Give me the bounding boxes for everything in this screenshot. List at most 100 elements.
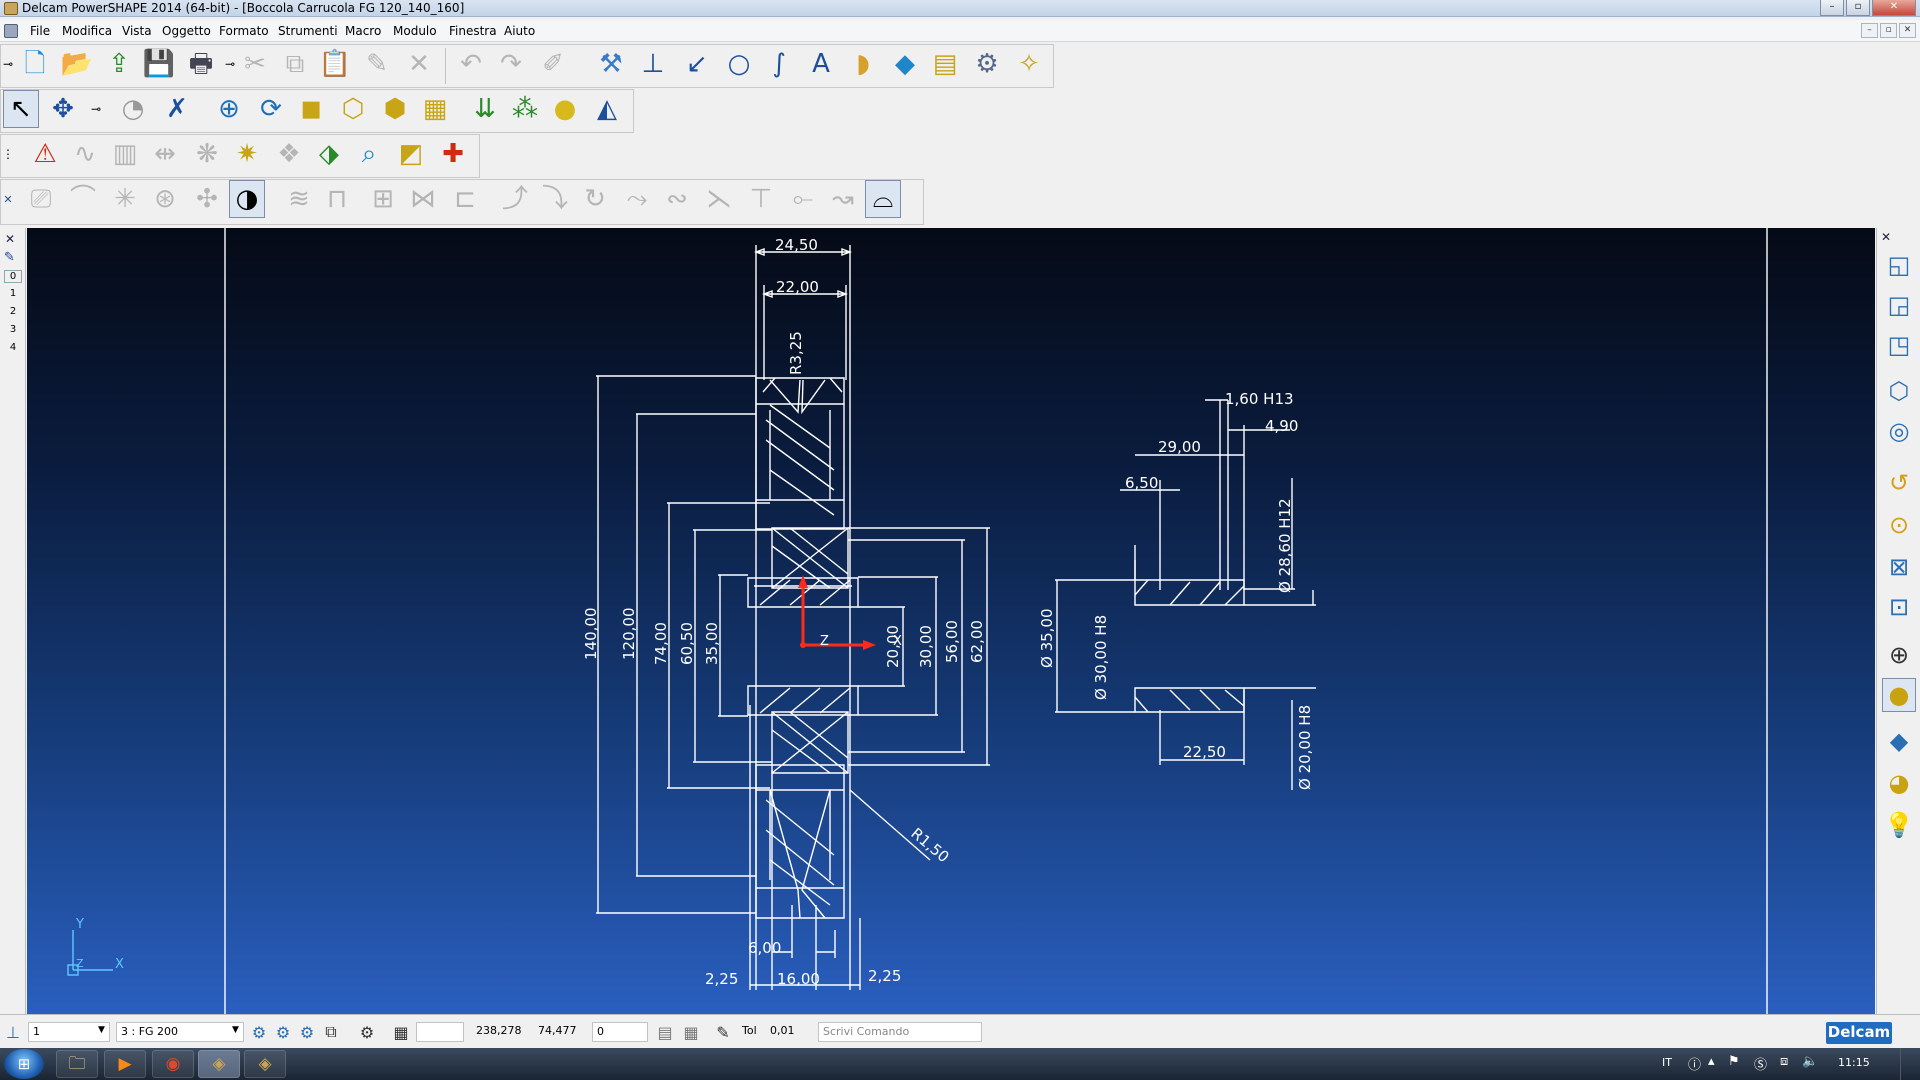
curve-tool10-icon[interactable]: ⌓ [865,180,901,218]
measure-icon[interactable]: ✎ [712,1022,734,1042]
curve-tool3-icon[interactable]: ↻ [577,180,613,218]
grid-field[interactable] [416,1022,464,1042]
close-button[interactable]: ✕ [1872,0,1916,16]
workplane-icon[interactable]: ⊥ [635,45,671,83]
show-desktop-button[interactable] [1900,1048,1920,1080]
surface-tool9-icon[interactable]: ⊞ [365,180,401,218]
edit-pencil-icon[interactable]: ✎ [359,45,395,83]
chevron-down-icon[interactable]: ▼ [98,1025,105,1035]
mdi-restore-button[interactable]: ▫ [1880,23,1897,38]
curve-tool8-icon[interactable]: ⟜ [785,180,821,218]
snap-icon[interactable]: ⚙ [356,1022,378,1042]
array-icon[interactable]: ⇊ [467,90,503,128]
transform-icon[interactable]: ✥ [45,90,81,128]
general-edits-icon[interactable]: ⚒ [593,45,629,83]
tol-value[interactable]: 0,01 [766,1022,808,1042]
surface-tool11-icon[interactable]: ⊏ [447,180,483,218]
view-bottom-icon[interactable]: ◲ [1882,288,1916,322]
grid-tool4-icon[interactable]: ⧉ [320,1022,342,1042]
taskbar-explorer[interactable]: 🗀 [56,1050,98,1078]
curve-tool4-icon[interactable]: ⤳ [619,180,655,218]
block-icon[interactable]: ▥ [107,135,143,173]
menu-file[interactable]: File [30,24,50,38]
workplane-status-icon[interactable]: ⊥ [2,1022,24,1042]
grid-tool2-icon[interactable]: ⚙ [272,1022,294,1042]
surface-tool7-icon[interactable]: ≋ [281,180,317,218]
level-1[interactable]: 1 [0,288,26,299]
tool4-icon[interactable]: ⬗ [311,135,347,173]
menu-modifica[interactable]: Modifica [62,24,112,38]
solid-icon[interactable]: ◆ [887,45,923,83]
rotate-icon[interactable]: ⟳ [253,90,289,128]
curve-tool6-icon[interactable]: ⋋ [701,180,737,218]
surface-tool2-icon[interactable]: ⌒ [65,180,101,218]
mdi-close-button[interactable]: ✕ [1899,23,1916,38]
maximize-button[interactable]: ▫ [1846,0,1870,16]
zoom-box-icon[interactable]: ⊡ [1882,590,1916,624]
view-iso-icon[interactable]: ⬡ [1882,374,1916,408]
document-icon[interactable] [4,24,18,38]
curve-tool1-icon[interactable]: ⤴ [497,180,533,218]
print-icon[interactable]: 🖶 [183,45,219,83]
view-side-icon[interactable]: ◳ [1882,328,1916,362]
pin2-icon[interactable]: ⊸ [223,45,237,83]
undo-icon[interactable]: ↶ [453,45,489,83]
taskbar-chrome[interactable]: ◉ [152,1050,194,1078]
surface-tool6-icon[interactable]: ◑ [229,180,265,218]
view-box-icon[interactable]: ⬡ [335,90,371,128]
tool2-icon[interactable]: ❋ [189,135,225,173]
wireframe-globe-icon[interactable]: ⊕ [1882,638,1916,672]
zoom-icon[interactable]: ⊙ [1882,508,1916,542]
calc-icon[interactable]: ▤ [654,1022,676,1042]
menu-aiuto[interactable]: Aiuto [504,24,535,38]
taskbar-media[interactable]: ▶ [104,1050,146,1078]
surface-tool1-icon[interactable]: ⎚ [23,180,59,218]
menu-strumenti[interactable]: Strumenti [278,24,338,38]
volume-icon[interactable]: 🔈 [1802,1054,1818,1069]
view-multi-icon[interactable]: ▦ [417,90,453,128]
network-icon[interactable]: ⧈ [1780,1054,1788,1069]
paste-icon[interactable]: 📋 [317,45,353,83]
new-model-icon[interactable]: 🗋 [17,45,53,83]
tool5-icon[interactable]: ⌕ [351,135,387,173]
circle-icon[interactable]: ○ [721,45,757,83]
shape-icon[interactable]: ◭ [589,90,625,128]
coord-z[interactable]: 0 [592,1022,648,1042]
material-select[interactable]: 3 : FG 200 [116,1022,244,1042]
menu-vista[interactable]: Vista [122,24,152,38]
text-icon[interactable]: A [803,45,839,83]
grid-tool3-icon[interactable]: ⚙ [296,1022,318,1042]
surface-tool3-icon[interactable]: ✳ [107,180,143,218]
sketch-icon[interactable]: ✐ [535,45,571,83]
surface-tool8-icon[interactable]: ⊓ [319,180,355,218]
taskbar-powershape-2[interactable]: ◈ [244,1050,286,1078]
warning-icon[interactable]: ⚠ [27,135,63,173]
section-view-icon[interactable]: ◆ [1882,724,1916,758]
select-icon[interactable]: ↖ [3,90,39,128]
delete-icon[interactable]: ✕ [401,45,437,83]
wizard2-icon[interactable]: ✷ [229,135,265,173]
line-tools-icon[interactable]: ✗ [159,90,195,128]
workplane-add-icon[interactable]: ⊕ [211,90,247,128]
medical-icon[interactable]: ✚ [435,135,471,173]
start-button[interactable]: ⊞ [4,1049,44,1079]
open-model-icon[interactable]: 📂 [59,45,95,83]
level-4[interactable]: 4 [0,342,26,353]
clock[interactable]: 11:15 [1838,1056,1870,1069]
curve-tool5-icon[interactable]: ∾ [659,180,695,218]
import-icon[interactable]: ⇪ [101,45,137,83]
cut-icon[interactable]: ✂ [237,45,273,83]
wizard-icon[interactable]: ✧ [1011,45,1047,83]
curve-tool7-icon[interactable]: ⊤ [743,180,779,218]
menu-finestra[interactable]: Finestra [449,24,497,38]
save-icon[interactable]: 💾 [141,45,177,83]
tray-app-icon[interactable]: ⚑ [1728,1054,1740,1069]
mesh-icon[interactable]: ▤ [927,45,963,83]
lighting-icon[interactable]: 💡 [1882,808,1916,842]
features-icon[interactable]: ⚙ [969,45,1005,83]
pin3-icon[interactable]: ⊸ [89,90,103,128]
pattern-icon[interactable]: ⁂ [507,90,543,128]
close-view-panel-icon[interactable]: ✕ [1881,230,1891,244]
graphics-viewport[interactable]: 24,50 22,00 R3,25 140,00 120,00 74,00 60… [27,228,1875,1014]
rotate-view-icon[interactable]: ↺ [1882,466,1916,500]
